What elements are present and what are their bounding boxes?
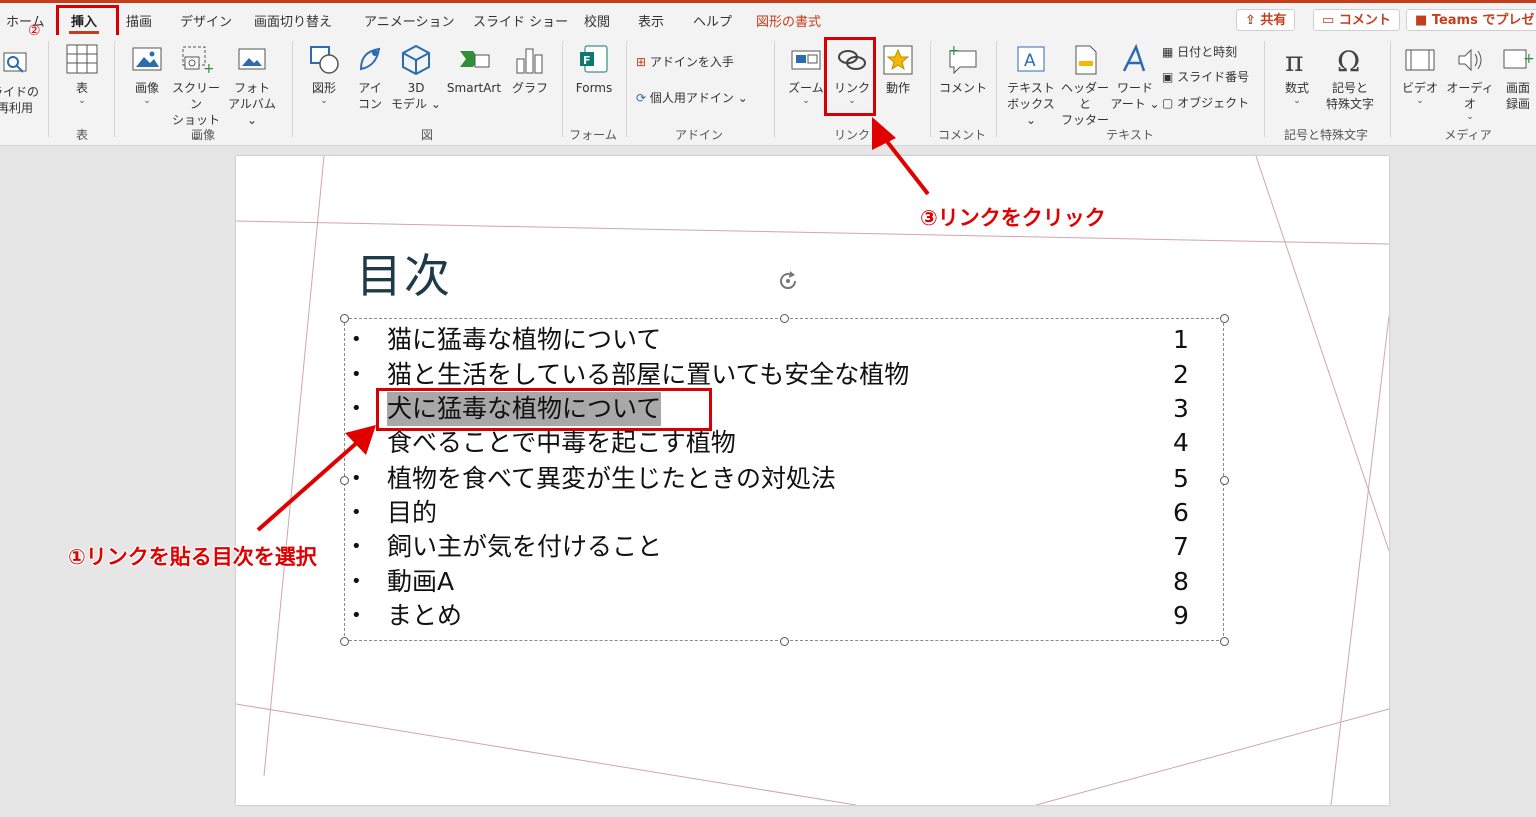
annotation-step3: ③リンクをクリック (920, 206, 1106, 230)
annotation-step1: ①リンクを貼る目次を選択 (68, 545, 317, 569)
annotation-arrows (256, 117, 930, 532)
